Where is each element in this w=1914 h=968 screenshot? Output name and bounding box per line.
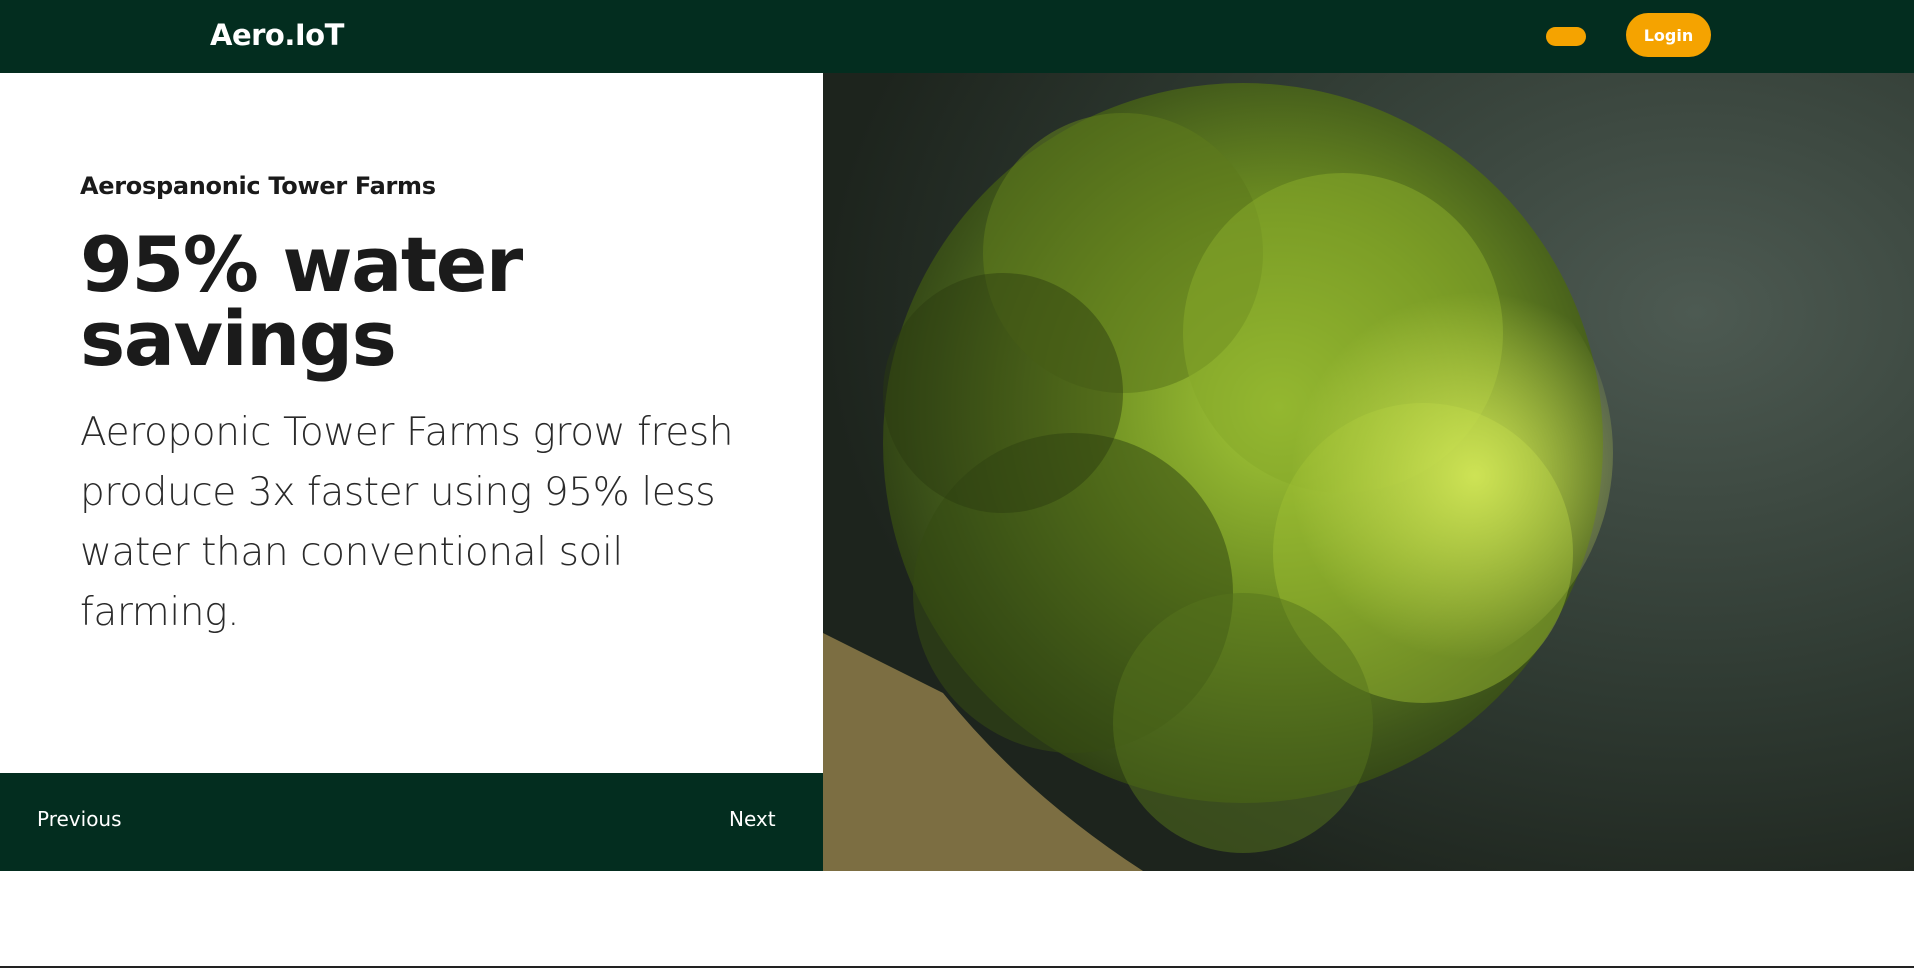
login-button[interactable]: Login (1626, 13, 1711, 57)
hero-text-panel: Aerospanonic Tower Farms 95% water savin… (0, 73, 823, 773)
lettuce-illustration (823, 73, 1914, 871)
top-navbar: Aero.IoT Login (0, 0, 1914, 73)
hero-eyebrow: Aerospanonic Tower Farms (80, 172, 436, 200)
empty-pill-button[interactable] (1546, 27, 1586, 46)
site-logo[interactable]: Aero.IoT (210, 18, 344, 52)
next-button[interactable]: Next (729, 807, 776, 831)
previous-button[interactable]: Previous (37, 807, 122, 831)
carousel-nav: Previous Next (0, 773, 823, 871)
lettuce-photo (823, 73, 1914, 871)
hero-body: Aeroponic Tower Farms grow fresh produce… (80, 410, 734, 635)
hero-headline: 95% water savings (80, 220, 523, 383)
